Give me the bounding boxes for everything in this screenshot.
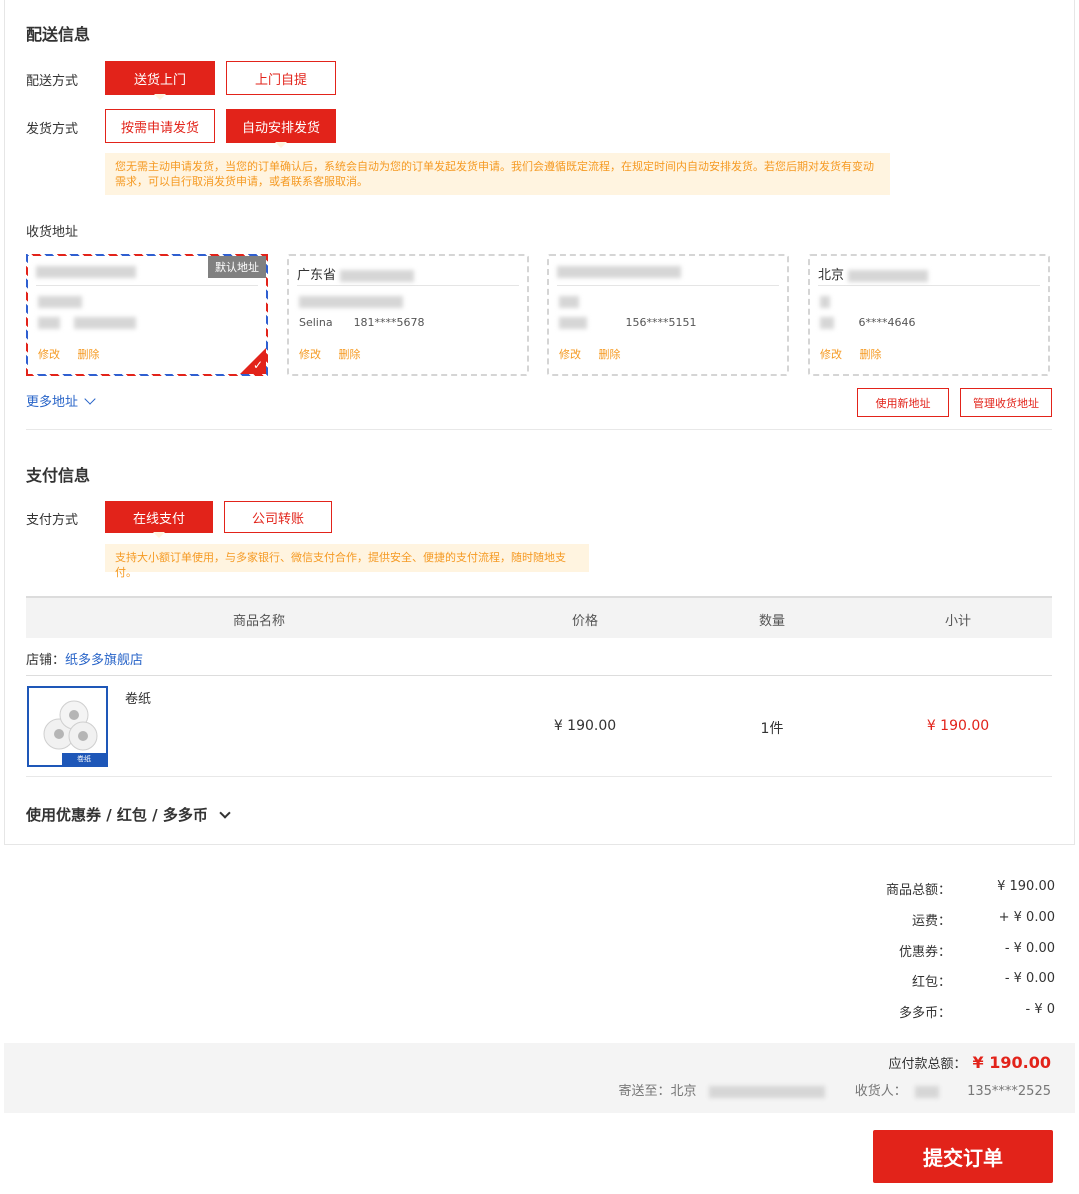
address-title: 收货地址 (26, 225, 79, 240)
delete-address-link[interactable]: 删除 (339, 348, 361, 361)
edit-address-link[interactable]: 修改 (820, 348, 842, 361)
address-line (299, 294, 403, 309)
payment-title: 支付信息 (26, 466, 91, 485)
blurred-address (557, 265, 681, 278)
blurred-name (914, 1085, 939, 1098)
receiver-phone: 181****5678 (353, 316, 425, 329)
section-divider (26, 429, 1052, 430)
address-contact (38, 316, 136, 329)
address-ops: 修改 删除 (38, 346, 114, 362)
chevron-down-icon (84, 393, 96, 405)
ship-option-auto[interactable]: 自动安排发货 (226, 109, 336, 148)
check-icon: ✓ (252, 358, 263, 372)
chevron-down-icon (219, 807, 231, 819)
submit-order-button[interactable]: 提交订单 (873, 1130, 1053, 1183)
edit-address-link[interactable]: 修改 (559, 348, 581, 361)
delete-address-link[interactable]: 删除 (599, 348, 621, 361)
delivery-method-label: 配送方式 (26, 74, 79, 89)
summary-coupon: 优惠券： - ¥ 0.00 (898, 941, 1055, 960)
blurred-address (708, 1085, 825, 1098)
more-addresses-label: 更多地址 (26, 395, 79, 410)
col-price: 价格 (571, 614, 599, 629)
ship-to-line: 寄送至：北京 收货人： 135****2525 (618, 1080, 1051, 1099)
address-card-default[interactable]: 默认地址 修改 删除 ✓ (26, 254, 268, 376)
ship-option-on-demand[interactable]: 按需申请发货 (105, 109, 215, 143)
edit-address-link[interactable]: 修改 (38, 348, 60, 361)
use-new-address-button[interactable]: 使用新地址 (857, 388, 949, 417)
address-province: 广东省 (297, 268, 337, 283)
blurred-address (848, 269, 929, 282)
payable-total: 应付款总额： ¥ 190.00 (889, 1053, 1051, 1072)
payable-total-label: 应付款总额： (888, 1057, 967, 1072)
address-contact: Selina 181****5678 (299, 316, 425, 329)
col-subtotal: 小计 (944, 614, 972, 629)
address-card-4[interactable]: 北京 6****4646 修改 删除 (808, 254, 1050, 376)
product-subtotal: ¥ 190.00 (926, 718, 990, 734)
address-contact: 6****4646 (820, 316, 915, 329)
address-card-3[interactable]: 156****5151 修改 删除 (547, 254, 789, 376)
delete-address-link[interactable]: 删除 (78, 348, 100, 361)
address-card-head: 广东省 (297, 262, 519, 286)
payment-tip: 支持大小额订单使用，与多家银行、微信支付合作，提供安全、便捷的支付流程，随时随地… (105, 544, 589, 579)
address-contact: 156****5151 (559, 316, 696, 329)
product-name[interactable]: 卷纸 (125, 688, 151, 707)
delivery-option-home[interactable]: 送货上门 (105, 61, 215, 100)
shop-line: 店铺：纸多多旗舰店 (26, 649, 143, 668)
more-addresses-link[interactable]: 更多地址 (26, 391, 96, 410)
summary-red-packet: 红包： - ¥ 0.00 (911, 971, 1055, 990)
address-card-2[interactable]: 广东省 Selina 181****5678 修改 删除 (287, 254, 529, 376)
summary-coins: 多多币： - ¥ 0 (898, 1002, 1055, 1021)
summary-shipping: 运费： + ¥ 0.00 (911, 910, 1055, 929)
payment-option-online[interactable]: 在线支付 (105, 501, 213, 538)
ship-method-label: 发货方式 (26, 122, 79, 137)
shop-name-link[interactable]: 纸多多旗舰店 (65, 653, 143, 668)
product-image-tag: 卷纸 (62, 753, 106, 765)
receiver-label: 收货人： (854, 1084, 907, 1099)
delete-address-link[interactable]: 删除 (860, 348, 882, 361)
product-table-header: 商品名称 价格 数量 小计 (26, 596, 1052, 638)
shop-divider (26, 675, 1052, 676)
receiver-phone: 6****4646 (858, 316, 916, 329)
col-product-name: 商品名称 (232, 614, 286, 629)
receiver-phone: 135****2525 (967, 1084, 1051, 1099)
manage-address-button[interactable]: 管理收货地址 (960, 388, 1052, 417)
address-card-head (557, 262, 779, 286)
blurred-address (36, 265, 136, 278)
coupon-label: 使用优惠券 / 红包 / 多多币 (26, 806, 208, 824)
shop-label: 店铺： (26, 653, 66, 668)
total-bar: 应付款总额： ¥ 190.00 寄送至：北京 收货人： 135****2525 (4, 1043, 1075, 1113)
edit-address-link[interactable]: 修改 (299, 348, 321, 361)
payment-option-transfer[interactable]: 公司转账 (224, 501, 332, 533)
delivery-title: 配送信息 (26, 25, 91, 44)
address-ops: 修改 删除 (299, 346, 375, 362)
product-price: ¥ 190.00 (553, 718, 617, 734)
address-city: 北京 (818, 268, 845, 283)
product-image[interactable]: 卷纸 (27, 686, 108, 767)
receiver-name: Selina (299, 316, 333, 329)
ship-to-city: 北京 (670, 1084, 697, 1099)
payable-total-amount: ¥ 190.00 (972, 1053, 1051, 1072)
address-ops: 修改 删除 (559, 346, 635, 362)
product-divider (26, 776, 1052, 777)
blurred-address (340, 269, 415, 282)
delivery-option-pickup[interactable]: 上门自提 (226, 61, 336, 95)
summary-goods-total: 商品总额： ¥ 190.00 (885, 879, 1055, 898)
address-ops: 修改 删除 (820, 346, 896, 362)
ship-tip: 您无需主动申请发货，当您的订单确认后，系统会自动为您的订单发起发货申请。我们会遵… (105, 153, 890, 195)
receiver-phone: 156****5151 (625, 316, 697, 329)
col-quantity: 数量 (758, 614, 786, 629)
default-address-badge: 默认地址 (208, 256, 266, 278)
product-quantity: 1件 (760, 721, 784, 737)
payment-method-label: 支付方式 (26, 513, 79, 528)
address-line (38, 294, 82, 309)
address-card-head: 北京 (818, 262, 1040, 286)
ship-to-label: 寄送至： (618, 1084, 671, 1099)
coupon-toggle[interactable]: 使用优惠券 / 红包 / 多多币 (26, 804, 231, 825)
address-line (820, 294, 830, 309)
address-line (559, 294, 579, 309)
